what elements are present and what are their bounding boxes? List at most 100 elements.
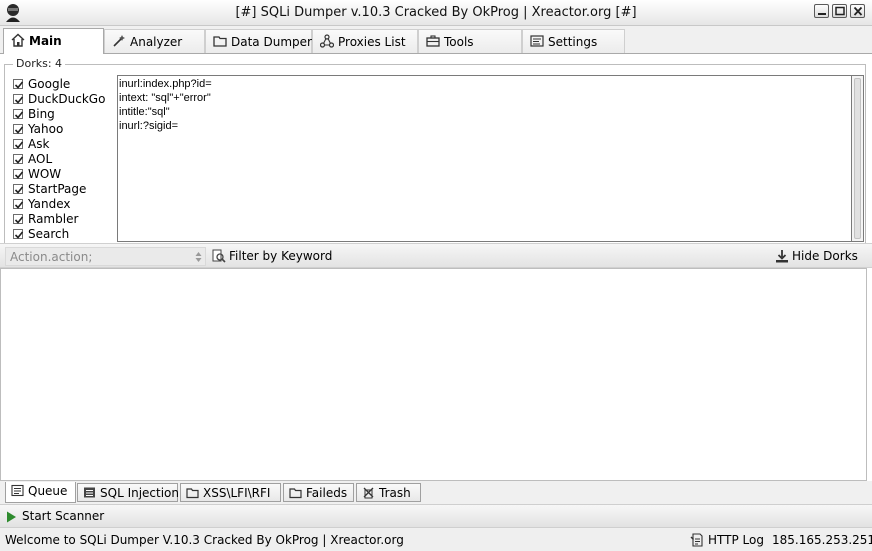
tab-trash[interactable]: Trash: [356, 483, 421, 502]
wand-icon: [113, 35, 125, 47]
engine-startpage[interactable]: StartPage: [10, 181, 118, 196]
http-log-button[interactable]: HTTP Log: [690, 532, 765, 549]
dork-line: inurl:index.php?id=: [119, 78, 212, 90]
tab-sql-injection-label: SQL Injection: [100, 486, 180, 500]
engine-label: Ask: [28, 137, 50, 151]
status-message: Welcome to SQLi Dumper V.10.3 Cracked By…: [5, 533, 404, 547]
engine-bing[interactable]: Bing: [10, 106, 118, 121]
dorks-textarea[interactable]: inurl:index.php?id= intext: "sql"+"error…: [117, 75, 852, 242]
http-log-label: HTTP Log: [708, 533, 764, 547]
engine-label: Bing: [28, 107, 55, 121]
checkmark-icon: [14, 171, 24, 179]
engine-label: WOW: [28, 167, 62, 181]
engine-ask[interactable]: Ask: [10, 136, 118, 151]
engine-checkbox[interactable]: [13, 79, 24, 89]
engine-checkbox[interactable]: [13, 199, 24, 209]
trash-icon: [363, 487, 374, 499]
maximize-button[interactable]: [832, 4, 847, 18]
play-icon: [7, 511, 16, 523]
tab-main-label: Main: [29, 34, 62, 48]
close-button[interactable]: [850, 4, 865, 18]
checkmark-icon: [14, 216, 24, 224]
close-icon: [853, 6, 863, 16]
checkmark-icon: [14, 201, 24, 209]
start-scanner-button[interactable]: Start Scanner: [4, 509, 114, 525]
minimize-button[interactable]: [814, 4, 829, 18]
action-combo-value: Action.action;: [10, 250, 93, 264]
engine-google[interactable]: Google: [10, 76, 118, 91]
engine-label: DuckDuckGo: [28, 92, 106, 106]
engine-checkbox[interactable]: [13, 139, 24, 149]
dorks-count-label: Dorks: 4: [13, 57, 66, 70]
main-tab-bar: Main Analyzer Data Dumper Proxies List T…: [0, 27, 872, 54]
filter-toolbar: Action.action; Filter by Keyword Hide Do…: [0, 243, 872, 268]
engine-search[interactable]: Search: [10, 226, 118, 241]
tab-tools[interactable]: Tools: [418, 29, 522, 53]
tab-sql-injection[interactable]: SQL Injection: [77, 483, 180, 502]
download-arrow-icon: [776, 250, 788, 263]
engine-checkbox[interactable]: [13, 214, 24, 224]
engine-checkbox[interactable]: [13, 169, 24, 179]
spinner-arrows-icon[interactable]: [195, 251, 202, 263]
tab-analyzer[interactable]: Analyzer: [104, 29, 205, 53]
hide-dorks-button[interactable]: Hide Dorks: [775, 247, 870, 266]
maximize-icon: [835, 6, 845, 16]
tab-trash-label: Trash: [379, 486, 411, 500]
engine-label: Google: [28, 77, 71, 91]
database-icon: [84, 487, 95, 498]
home-icon: [11, 33, 25, 47]
tab-analyzer-label: Analyzer: [130, 35, 183, 49]
checkmark-icon: [14, 156, 24, 164]
tab-data-dumper[interactable]: Data Dumper: [205, 29, 312, 53]
tab-faileds-label: Faileds: [306, 486, 348, 500]
action-combo[interactable]: Action.action;: [5, 247, 206, 266]
tab-proxies-list[interactable]: Proxies List: [312, 29, 418, 53]
tab-settings[interactable]: Settings: [522, 29, 625, 53]
engine-yandex[interactable]: Yandex: [10, 196, 118, 211]
engine-checkbox[interactable]: [13, 109, 24, 119]
scrollbar-thumb[interactable]: [854, 78, 861, 239]
scanner-toolbar: Start Scanner: [0, 504, 872, 528]
tab-main[interactable]: Main: [3, 28, 104, 54]
checkmark-icon: [14, 111, 24, 119]
tab-faileds[interactable]: Faileds: [283, 483, 354, 502]
filter-icon: [212, 249, 226, 263]
search-engine-list: Google DuckDuckGo Bing Yahoo Ask AOL WOW…: [10, 76, 118, 241]
engine-rambler[interactable]: Rambler: [10, 211, 118, 226]
minimize-icon: [818, 13, 826, 15]
engine-checkbox[interactable]: [13, 184, 24, 194]
engine-checkbox[interactable]: [13, 124, 24, 134]
dork-line: intext: "sql"+"error": [119, 92, 211, 104]
tab-proxies-list-label: Proxies List: [338, 35, 406, 49]
status-bar: Welcome to SQLi Dumper V.10.3 Cracked By…: [0, 529, 872, 551]
start-scanner-label: Start Scanner: [22, 509, 105, 523]
engine-label: Search: [28, 227, 70, 241]
dork-line: intitle:"sql": [119, 106, 170, 118]
queue-icon: [11, 484, 24, 497]
engine-label: AOL: [28, 152, 53, 166]
checkmark-icon: [14, 81, 24, 89]
queue-results-list[interactable]: [0, 268, 867, 481]
filter-by-keyword-label: Filter by Keyword: [229, 249, 333, 263]
main-panel: Dorks: 4 Google DuckDuckGo Bing Yahoo As…: [0, 53, 872, 481]
http-log-icon: [690, 533, 703, 547]
checkmark-icon: [14, 141, 24, 149]
dork-line: inurl:?sigid=: [119, 120, 179, 132]
engine-checkbox[interactable]: [13, 154, 24, 164]
checkmark-icon: [14, 186, 24, 194]
engine-yahoo[interactable]: Yahoo: [10, 121, 118, 136]
tab-queue[interactable]: Queue: [5, 482, 76, 503]
engine-checkbox[interactable]: [13, 94, 24, 104]
checkmark-icon: [14, 96, 24, 104]
checkmark-icon: [14, 126, 24, 134]
tab-xss-lfi-rfi-label: XSS\LFI\RFI: [203, 486, 271, 500]
engine-wow[interactable]: WOW: [10, 166, 118, 181]
engine-checkbox[interactable]: [13, 229, 24, 239]
toolbox-icon: [426, 35, 440, 47]
engine-aol[interactable]: AOL: [10, 151, 118, 166]
bottom-tab-bar: Queue SQL Injection XSS\LFI\RFI Faileds …: [0, 482, 872, 503]
engine-duckduckgo[interactable]: DuckDuckGo: [10, 91, 118, 106]
tab-xss-lfi-rfi[interactable]: XSS\LFI\RFI: [180, 483, 281, 502]
dorks-scrollbar[interactable]: [852, 75, 864, 242]
title-bar[interactable]: [#] SQLi Dumper v.10.3 Cracked By OkProg…: [0, 0, 872, 26]
